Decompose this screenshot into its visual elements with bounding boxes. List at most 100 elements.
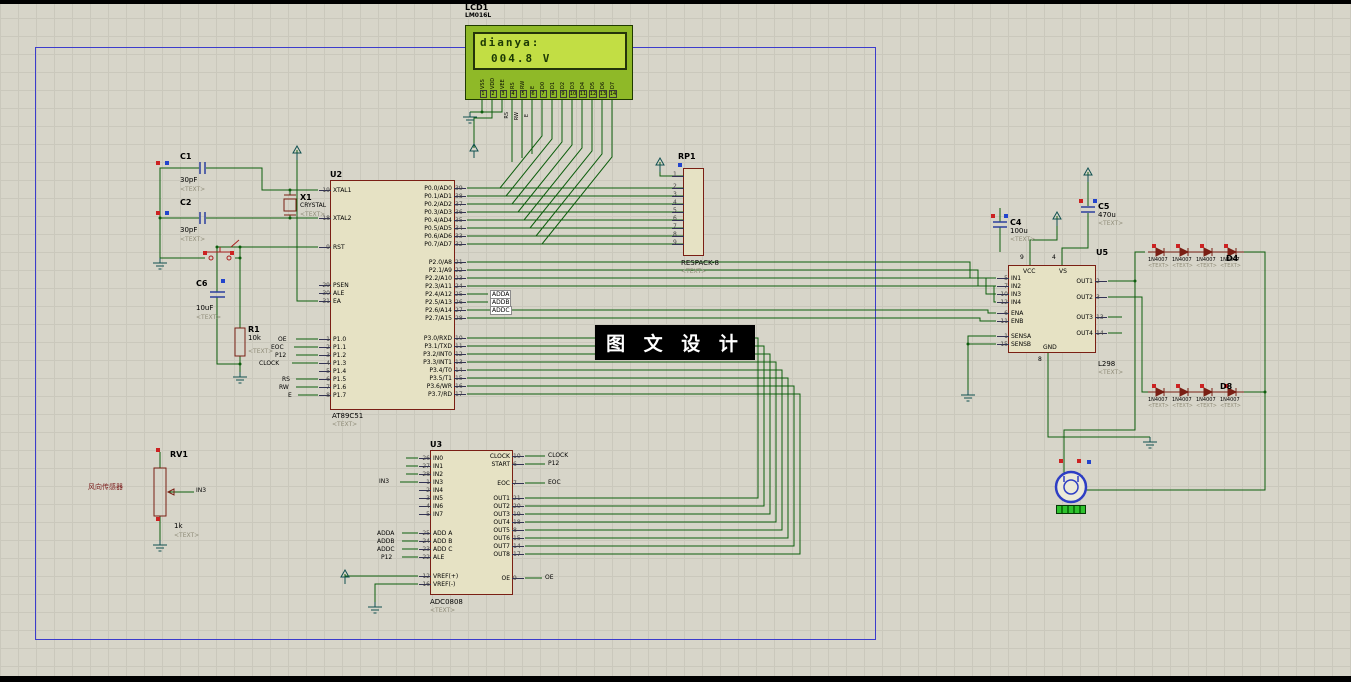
pin-row: 7 (672, 223, 700, 233)
net-label-addc-u3[interactable]: ADDC (377, 546, 395, 553)
rp1-text-placeholder: <TEXT> (681, 268, 707, 275)
net-label-oe-u3[interactable]: OE (545, 574, 554, 581)
schematic-canvas[interactable]: LCD1 LM016L dianya: 004.8 V VSS 1 VDD 2 … (0, 0, 1351, 682)
pin-row: 2 P1.1 (319, 344, 391, 352)
u3-left-pins: 26 IN0 27 IN1 28 IN2 1 IN3 2 IN4 3 IN5 4 IN6 5 IN7 25 AD… (419, 451, 477, 589)
d8-ref[interactable]: D8 (1220, 382, 1232, 391)
pin-row: 3 IN5 (419, 495, 477, 503)
u5-ref: U5 (1096, 248, 1109, 257)
x1-value: CRYSTAL (300, 202, 327, 209)
lcd-pin: D5 12 (588, 81, 598, 98)
diode-label: 1N4007 <TEXT> (1172, 397, 1193, 409)
pin-row: 24 P2.3/A11 (390, 283, 466, 291)
pin-row: 7 EOC (474, 480, 524, 488)
pin-row: 9 RST (319, 244, 391, 252)
pin-row: 10 IN3 (997, 291, 1051, 299)
diode-label: 1N4007 <TEXT> (1148, 397, 1169, 409)
diode-label: 1N4007 <TEXT> (1220, 257, 1241, 269)
u2-value: AT89C51 (332, 412, 364, 420)
net-label-addb-u3[interactable]: ADDB (377, 538, 394, 545)
d4-labels: 1N4007 <TEXT> 1N4007 <TEXT> 1N4007 <TEXT> 1N40… (1148, 257, 1244, 269)
net-label-in3-u3[interactable]: IN3 (379, 478, 389, 485)
c1-ref[interactable]: C1 (180, 152, 191, 161)
pin-row: 23 ADD C (419, 546, 477, 554)
pin-row: 25 ADD A (419, 530, 477, 538)
c6-ref[interactable]: C6 (196, 279, 207, 288)
pin-row: 33 P0.6/AD6 (390, 233, 466, 241)
net-label-clock-u3[interactable]: CLOCK (548, 452, 568, 459)
net-label-p12-ale[interactable]: P12 (381, 554, 392, 561)
chip-u3-adc0808[interactable]: 26 IN0 27 IN1 28 IN2 1 IN3 2 IN4 3 IN5 4 IN6 5 IN7 25 AD… (419, 450, 524, 595)
pin-row: 5 IN1 (997, 275, 1051, 283)
pin-row: 15 P3.5/T1 (390, 375, 466, 383)
chip-rp1-respack8[interactable]: 1 23456789 (672, 168, 704, 256)
net-label-p12-start[interactable]: P12 (548, 460, 559, 467)
lcd1-module[interactable]: dianya: 004.8 V VSS 1 VDD 2 VEE 3 RS 4 R… (465, 25, 633, 100)
rp1-value: RESPACK-8 (681, 259, 719, 267)
rv1-ref[interactable]: RV1 (170, 450, 188, 459)
net-label-eoc-u3[interactable]: EOC (548, 479, 561, 486)
diode-label: 1N4007 <TEXT> (1196, 257, 1217, 269)
pin-row: 1 SENSA (997, 333, 1051, 341)
c2-ref[interactable]: C2 (180, 198, 191, 207)
diode-label: 1N4007 <TEXT> (1196, 397, 1217, 409)
net-label-clock[interactable]: CLOCK (259, 360, 279, 367)
c4-value: 100u (1010, 227, 1028, 235)
u2-ref: U2 (330, 170, 343, 179)
u5-value: L298 (1098, 360, 1116, 368)
pin-row: 4 (672, 199, 700, 209)
pin-row: 23 P2.2/A10 (390, 275, 466, 283)
r1-ref[interactable]: R1 (248, 325, 260, 334)
pin-row: 11 ENB (997, 318, 1051, 326)
rv1-value: 1k (174, 522, 183, 530)
chip-u5-l298[interactable]: VCC VS GND 5 IN1 7 IN2 10 IN3 12 IN4 6 ENA 11 ENB … (997, 265, 1107, 353)
pin-row: 7 P1.6 (319, 384, 391, 392)
pin-row: 35 P0.4/AD4 (390, 217, 466, 225)
net-label-p12[interactable]: P12 (275, 352, 286, 359)
pin-row: 21 P2.0/A8 (390, 259, 466, 267)
pin-row: 20 OUT2 (474, 503, 524, 511)
u5-text-placeholder: <TEXT> (1098, 369, 1124, 376)
diode-label: 1N4007 <TEXT> (1148, 257, 1169, 269)
pin-row: 19 OUT3 (474, 511, 524, 519)
pin-row: 19 XTAL1 (319, 187, 391, 195)
c4-ref[interactable]: C4 (1010, 218, 1021, 227)
pin-row: 13 OUT3 (1057, 314, 1107, 322)
pin-row: 6 START (474, 461, 524, 469)
top-edge-bar (0, 0, 1351, 4)
pin-row: 10 P3.0/RXD (390, 335, 466, 343)
net-label-e-vert[interactable]: E (524, 114, 530, 117)
pin-row: 4 P1.3 (319, 360, 391, 368)
lcd-pin: VSS 1 (479, 79, 487, 98)
net-label-e[interactable]: E (288, 392, 292, 399)
pin-row: 22 ALE (419, 554, 477, 562)
pin-row: 8 (672, 231, 700, 241)
x1-text-placeholder: <TEXT> (300, 211, 326, 218)
chip-u2-at89c51[interactable]: 19 XTAL1 18 XTAL2 9 RST 29 PSEN 30 ALE 31 EA 1 P1… (319, 180, 466, 410)
pin-row: 2 (672, 183, 700, 193)
net-label-addc[interactable]: ADDC (490, 306, 512, 315)
c5-ref[interactable]: C5 (1098, 202, 1109, 211)
net-label-in3-rv1[interactable]: IN3 (196, 487, 206, 494)
pin-row: 26 P2.5/A13 (390, 299, 466, 307)
pin-row: 3 (672, 191, 700, 201)
u5-right-pins: 2 OUT1 3 OUT2 13 OUT3 14 OUT4 (1057, 266, 1107, 338)
lcd-screen: dianya: 004.8 V (473, 32, 627, 70)
net-label-adda-u3[interactable]: ADDA (377, 530, 394, 537)
pin-row: 26 IN0 (419, 455, 477, 463)
pin-row: 21 OUT1 (474, 495, 524, 503)
x1-ref[interactable]: X1 (300, 193, 312, 202)
net-label-rs[interactable]: RS (282, 376, 290, 383)
net-label-rw[interactable]: RW (279, 384, 289, 391)
net-label-rw-vert[interactable]: RW (514, 112, 520, 120)
net-label-rs-vert[interactable]: RS (504, 112, 510, 119)
net-label-oe[interactable]: OE (278, 336, 287, 343)
rp1-ref: RP1 (678, 152, 696, 161)
pin-row: 9 (672, 239, 700, 249)
pin-row: 32 P0.7/AD7 (390, 241, 466, 249)
lcd-pin: D2 9 (559, 81, 567, 98)
pin-row: 12 P3.2/INT0 (390, 351, 466, 359)
pin-row: 8 OUT5 (474, 527, 524, 535)
pin-row: 24 ADD B (419, 538, 477, 546)
d8-labels: 1N4007 <TEXT> 1N4007 <TEXT> 1N4007 <TEXT> 1N40… (1148, 397, 1244, 409)
